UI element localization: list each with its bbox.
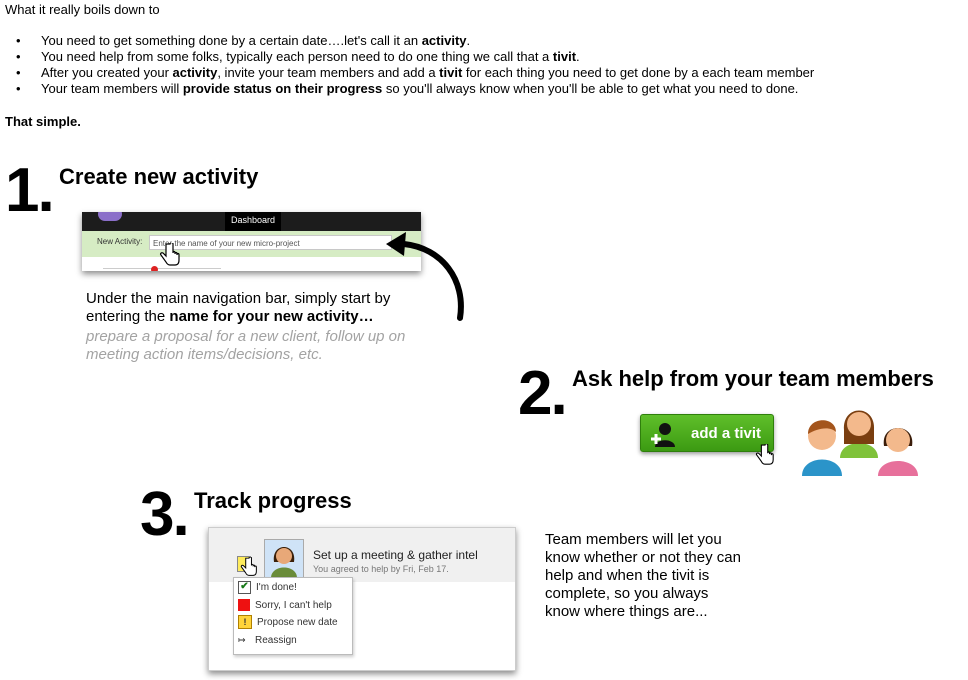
add-tivit-label: add a tivit [690, 425, 761, 442]
add-tivit-button[interactable]: add a tivit [640, 414, 774, 452]
menu-item-cant-help[interactable]: Sorry, I can't help [238, 598, 332, 614]
new-activity-input[interactable]: Enter the name of your new micro-project [149, 235, 392, 250]
create-activity-screenshot: Dashboard New Activity: Enter the name o… [82, 212, 421, 271]
menu-item-reassign[interactable]: ↦ Reassign [238, 633, 297, 649]
intro-title: What it really boils down to [5, 2, 160, 17]
bullet-text: After you created your [41, 65, 173, 80]
intro-bullet: You need to get something done by a cert… [0, 33, 814, 49]
bullet-text: You need help from some folks, typically… [41, 49, 553, 64]
step2-title: Ask help from your team members [572, 366, 934, 391]
step1-description-bold: name for your new activity… [169, 308, 374, 325]
bullet-text: . [576, 49, 580, 64]
tivit-due: You agreed to help by Fri, Feb 17. [313, 564, 449, 574]
avatar [264, 539, 304, 579]
bullet-text: You need to get something done by a cert… [41, 33, 422, 48]
bold-term: tivit [439, 65, 463, 80]
bullet-text: so you'll always know when you'll be abl… [382, 81, 799, 96]
new-activity-toolbar: New Activity: Enter the name of your new… [82, 231, 421, 257]
hand-cursor-icon [240, 557, 257, 576]
menu-item-label: Sorry, I can't help [255, 600, 332, 611]
step3-number: 3. [140, 480, 190, 549]
menu-item-label: I'm done! [256, 582, 297, 593]
menu-item-label: Reassign [255, 635, 297, 646]
alert-icon [151, 266, 158, 271]
reassign-icon: ↦ [238, 635, 246, 646]
intro-bullet-list: You need to get something done by a cert… [0, 33, 814, 97]
step1-number: 1. [5, 156, 55, 225]
closing-line: That simple. [5, 114, 81, 129]
intro-bullet: After you created your activity, invite … [0, 65, 814, 81]
warning-icon: ! [238, 615, 252, 630]
hand-cursor-icon [755, 444, 774, 465]
step3-description: Team members will let you know whether o… [545, 531, 741, 620]
logo-icon [98, 212, 122, 221]
bullet-text: , invite your team members and add a [217, 65, 440, 80]
bullet-text: . [466, 33, 471, 48]
red-square-icon [238, 599, 250, 612]
step3-title: Track progress [194, 488, 352, 513]
track-progress-screenshot: Set up a meeting & gather intel You agre… [208, 527, 516, 671]
menu-item-propose-date[interactable]: ! Propose new date [238, 615, 338, 631]
step2-number: 2. [518, 359, 568, 428]
hand-cursor-icon [160, 243, 180, 266]
status-menu: ✔ I'm done! Sorry, I can't help ! Propose … [233, 577, 353, 655]
bold-term: activity [172, 65, 218, 80]
intro-bullet: You need help from some folks, typically… [0, 49, 814, 65]
menu-item-label: Propose new date [257, 617, 338, 628]
bold-term: provide status on their progress [182, 81, 383, 96]
tab-dashboard[interactable]: Dashboard [225, 212, 281, 231]
step1-title: Create new activity [59, 164, 259, 189]
step1-description: Under the main navigation bar, simply st… [86, 290, 436, 326]
bold-term: activity [421, 33, 467, 48]
add-person-icon [651, 423, 675, 447]
step1-examples: prepare a proposal for a new client, fol… [86, 328, 406, 363]
checkmark-icon: ✔ [238, 580, 251, 594]
tivit-title: Set up a meeting & gather intel [313, 548, 478, 562]
bullet-text: for each thing you need to get done by a… [462, 65, 815, 80]
intro-bullet: Your team members will provide status on… [0, 81, 814, 97]
new-activity-label: New Activity: [97, 237, 143, 246]
menu-item-done[interactable]: ✔ I'm done! [238, 580, 297, 596]
team-members-icon [802, 410, 918, 476]
bold-term: tivit [552, 49, 577, 64]
bullet-text: Your team members will [41, 81, 183, 96]
